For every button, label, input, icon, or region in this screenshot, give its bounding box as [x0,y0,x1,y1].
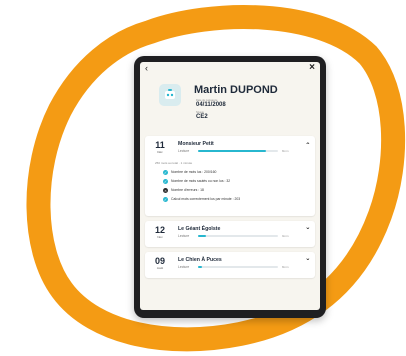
progress-track [198,266,278,268]
progress-track [198,235,278,237]
session-date: 11 Déc [153,140,167,155]
top-bar: ‹ × [140,62,320,76]
progress-fill [198,150,266,152]
chevron-left-icon[interactable]: ‹ [145,63,148,74]
session-card[interactable]: 09 Août Le Chien À Puces Lecture 8min ˇ [145,252,315,278]
scene: ‹ × Martin DUPOND Date de naissance 04/1… [0,0,406,356]
session-month: Déc [157,150,163,154]
avatar [159,84,181,106]
check-icon: ✓ [163,169,168,175]
session-title: Le Chien À Puces [178,257,222,263]
session-duration: 8min [282,149,289,153]
session-category: Lecture [178,149,190,153]
session-day: 11 [155,140,165,150]
session-date: 12 Nov [153,225,167,240]
session-card[interactable]: 11 Déc Monsieur Petit Lecture 8min ˆ 250… [145,136,315,216]
session-category: Lecture [178,265,190,269]
stat-row: ✓ Calcul mots correctement lus par minut… [163,196,240,202]
progress-track [198,150,278,152]
session-card[interactable]: 12 Nov Le Géant Égoïste Lecture 9min ˇ [145,221,315,247]
session-duration: 8min [282,265,289,269]
stat-row: ✓ Nombre de mots lus : 200/160 [163,169,216,175]
check-icon: ✓ [163,178,168,184]
session-meta: 250 mots au total · 1 minute [155,161,193,165]
session-date: 09 Août [153,256,167,271]
student-name: Martin DUPOND [194,84,278,96]
stat-row: × Nombre d'erreurs : 18 [163,187,204,193]
session-category: Lecture [178,234,190,238]
stat-text: Calcul mots correctement lus par minute … [171,197,241,201]
check-icon: ✓ [163,196,168,202]
session-month: Nov [157,235,163,239]
stat-row: ✓ Nombre de mots sautés ou non lus : 32 [163,178,230,184]
session-title: Monsieur Petit [178,141,214,147]
progress-fill [198,235,206,237]
student-avatar-icon [165,89,175,99]
stat-text: Nombre de mots sautés ou non lus : 32 [171,179,231,183]
chevron-down-icon[interactable]: ˇ [306,228,309,236]
birth-date: 04/11/2008 [196,102,226,108]
progress-fill [198,266,202,268]
error-icon: × [163,187,168,193]
stat-text: Nombre de mots lus : 200/160 [171,170,217,174]
chevron-down-icon[interactable]: ˇ [306,259,309,267]
session-title: Le Géant Égoïste [178,226,221,232]
session-day: 09 [154,256,165,266]
chevron-up-icon[interactable]: ˆ [306,143,309,151]
session-day: 12 [154,225,165,235]
tablet-device: ‹ × Martin DUPOND Date de naissance 04/1… [134,56,326,318]
close-icon[interactable]: × [309,62,315,74]
session-duration: 9min [282,234,289,238]
level: CE2 [196,114,208,120]
app-screen: ‹ × Martin DUPOND Date de naissance 04/1… [140,62,320,310]
stat-text: Nombre d'erreurs : 18 [171,188,204,192]
session-month: Août [156,266,164,270]
